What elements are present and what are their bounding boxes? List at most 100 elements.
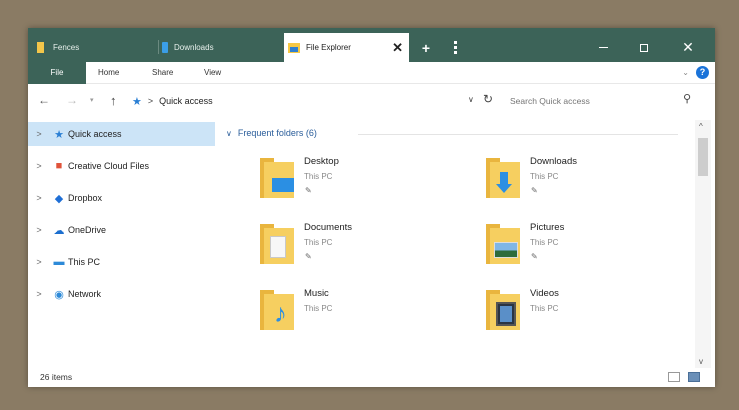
item-count: 26 items xyxy=(40,372,73,382)
pictures-folder-icon xyxy=(484,224,520,264)
ribbon: File Home Share View ⌄ ? xyxy=(28,62,715,84)
sidebar-item-dropbox[interactable]: > ◆ Dropbox xyxy=(28,186,215,210)
cloud-icon: ☁ xyxy=(53,224,65,237)
group-header-frequent-folders[interactable]: ∨ Frequent folders (6) xyxy=(226,128,317,138)
breadcrumb-location[interactable]: Quick access xyxy=(159,96,213,106)
more-options-icon[interactable] xyxy=(448,33,462,62)
ribbon-tab-file[interactable]: File xyxy=(28,62,86,84)
vertical-scrollbar[interactable]: ^ v xyxy=(695,120,711,368)
documents-folder-icon xyxy=(258,224,294,264)
expand-chevron-icon[interactable]: > xyxy=(28,193,50,203)
expand-chevron-icon[interactable]: > xyxy=(28,129,50,139)
sidebar-item-quick-access[interactable]: > ★ Quick access xyxy=(28,122,215,146)
content-pane: ∨ Frequent folders (6) Desktop This PC ✎… xyxy=(218,120,695,368)
downloads-folder-icon xyxy=(484,158,520,198)
address-dropdown-icon[interactable]: ∨ xyxy=(468,95,474,104)
folder-tile-music[interactable]: ♪ Music This PC xyxy=(258,284,478,342)
expand-chevron-icon[interactable]: > xyxy=(28,289,50,299)
sidebar-item-label: Dropbox xyxy=(68,193,103,203)
videos-folder-icon xyxy=(484,290,520,330)
ribbon-tab-share[interactable]: Share xyxy=(152,62,173,84)
new-tab-button[interactable]: + xyxy=(416,33,436,62)
title-bar: Fences Downloads File Explorer ✕ + ✕ xyxy=(28,28,715,62)
navigation-pane: > ★ Quick access > ■ Creative Cloud File… xyxy=(28,120,215,368)
sidebar-item-onedrive[interactable]: > ☁ OneDrive xyxy=(28,218,215,242)
sidebar-item-network[interactable]: > ◉ Network xyxy=(28,282,215,306)
expand-chevron-icon[interactable]: > xyxy=(28,257,50,267)
close-tab-icon[interactable]: ✕ xyxy=(392,40,403,56)
forward-button[interactable]: → xyxy=(66,93,78,107)
tab-fences[interactable]: Fences xyxy=(32,33,158,62)
details-view-icon[interactable] xyxy=(668,372,680,382)
folder-tile-videos[interactable]: Videos This PC xyxy=(484,284,704,342)
pin-icon: ✎ xyxy=(531,186,538,195)
pin-icon: ✎ xyxy=(305,186,312,195)
file-explorer-window: Fences Downloads File Explorer ✕ + ✕ Fil… xyxy=(28,28,715,387)
folder-tile-pictures[interactable]: Pictures This PC ✎ xyxy=(484,218,704,276)
scroll-down-icon[interactable]: v xyxy=(699,357,703,366)
folder-location: This PC xyxy=(530,304,559,313)
maximize-button[interactable] xyxy=(624,33,664,62)
sidebar-item-label: OneDrive xyxy=(68,225,107,235)
network-icon: ◉ xyxy=(54,288,64,301)
large-icons-view-icon[interactable] xyxy=(688,372,700,382)
folder-tile-documents[interactable]: Documents This PC ✎ xyxy=(258,218,478,276)
breadcrumb-separator[interactable]: > xyxy=(148,96,153,106)
folder-location: This PC xyxy=(304,238,333,247)
collapse-group-icon[interactable]: ∨ xyxy=(226,129,232,138)
folder-location: This PC xyxy=(530,172,559,181)
recent-locations-icon[interactable]: ▾ xyxy=(90,96,94,104)
address-bar[interactable]: ★ > Quick access xyxy=(132,90,502,112)
minimize-icon xyxy=(598,47,608,48)
folder-tile-downloads[interactable]: Downloads This PC ✎ xyxy=(484,152,704,210)
creative-cloud-icon: ■ xyxy=(55,160,63,172)
music-folder-icon: ♪ xyxy=(258,290,294,330)
folder-icon xyxy=(36,42,47,53)
dropbox-icon: ◆ xyxy=(54,192,64,205)
tab-downloads[interactable]: Downloads xyxy=(158,33,284,62)
tab-file-explorer[interactable]: File Explorer ✕ xyxy=(284,33,409,62)
sidebar-item-creative-cloud-files[interactable]: > ■ Creative Cloud Files xyxy=(28,154,215,178)
quick-access-icon: ★ xyxy=(132,95,142,108)
up-button[interactable]: ↑ xyxy=(110,93,117,108)
ribbon-tab-home[interactable]: Home xyxy=(98,62,119,84)
scroll-thumb[interactable] xyxy=(698,138,708,176)
folder-location: This PC xyxy=(304,304,333,313)
pin-icon: ✎ xyxy=(531,252,538,261)
sidebar-item-this-pc[interactable]: > ▬ This PC xyxy=(28,250,215,274)
address-toolbar: ← → ▾ ↑ ★ > Quick access ∨ ↻ ⚲ xyxy=(28,84,715,120)
folder-name: Videos xyxy=(530,288,559,299)
scroll-up-icon[interactable]: ^ xyxy=(699,122,703,131)
sidebar-item-label: Network xyxy=(68,289,102,299)
maximize-icon xyxy=(640,43,648,52)
download-icon xyxy=(162,42,168,53)
group-title: Frequent folders (6) xyxy=(237,128,317,138)
back-button[interactable]: ← xyxy=(38,93,50,107)
search-input[interactable] xyxy=(502,90,708,112)
help-icon[interactable]: ? xyxy=(696,66,709,79)
file-explorer-icon xyxy=(288,42,300,53)
folder-name: Documents xyxy=(304,222,353,233)
pin-icon: ✎ xyxy=(305,252,312,261)
tab-label: Fences xyxy=(53,43,80,52)
ribbon-tab-view[interactable]: View xyxy=(204,62,221,84)
expand-chevron-icon[interactable]: > xyxy=(28,225,50,235)
group-divider xyxy=(358,134,678,135)
sidebar-item-label: Quick access xyxy=(68,129,122,139)
sidebar-item-label: Creative Cloud Files xyxy=(68,161,150,171)
folder-name: Music xyxy=(304,288,329,299)
sidebar-item-label: This PC xyxy=(68,257,101,267)
minimize-button[interactable] xyxy=(583,33,623,62)
search-icon[interactable]: ⚲ xyxy=(683,92,691,105)
refresh-icon[interactable]: ↻ xyxy=(483,92,493,106)
tab-label: Downloads xyxy=(174,43,214,52)
expand-chevron-icon[interactable]: > xyxy=(28,161,50,171)
expand-ribbon-icon[interactable]: ⌄ xyxy=(682,68,689,77)
folder-name: Downloads xyxy=(530,156,577,167)
folder-location: This PC xyxy=(530,238,559,247)
star-icon: ★ xyxy=(54,128,64,141)
folder-tile-desktop[interactable]: Desktop This PC ✎ xyxy=(258,152,478,210)
close-window-button[interactable]: ✕ xyxy=(666,33,710,62)
status-bar: 26 items xyxy=(28,368,715,387)
desktop-folder-icon xyxy=(258,158,294,198)
